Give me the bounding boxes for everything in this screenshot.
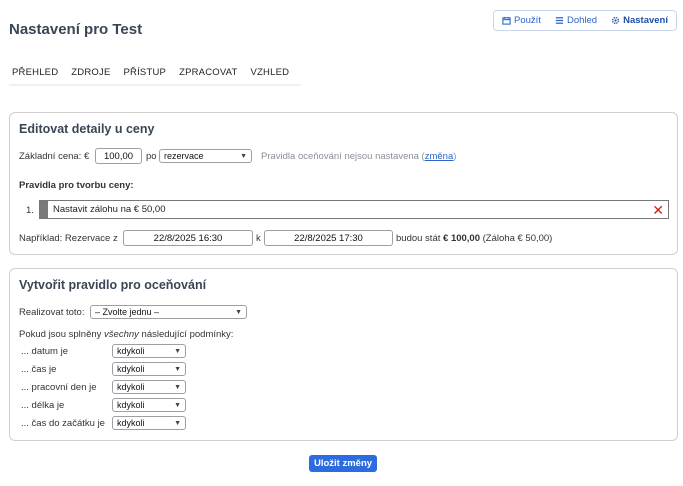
change-link[interactable]: změna: [425, 151, 454, 162]
per-label: po: [146, 151, 157, 162]
example-cost-value: € 100,00: [443, 233, 480, 244]
create-rule-title: Vytvořit pravidlo pro oceňování: [19, 278, 207, 292]
rule-item[interactable]: Nastavit zálohu na € 50,00 ✕: [39, 200, 669, 219]
condition-weekday-value: kdykoli: [117, 382, 145, 392]
condition-length-label: ... délka je: [21, 400, 65, 411]
condition-length-value: kdykoli: [117, 400, 145, 410]
chevron-down-icon: ▼: [174, 401, 181, 409]
tab-appearance[interactable]: VZHLED: [247, 67, 299, 78]
example-from-input[interactable]: 22/8/2025 16:30: [123, 230, 253, 246]
page-title: Nastavení pro Test: [9, 21, 143, 38]
example-to-label: k: [256, 233, 261, 244]
action-select[interactable]: – Zvolte jednu – ▼: [90, 305, 247, 319]
nav-use[interactable]: Použít: [502, 15, 541, 26]
rules-heading: Pravidla pro tvorbu ceny:: [19, 180, 134, 191]
condition-weekday-label: ... pracovní den je: [21, 382, 97, 393]
edit-price-title: Editovat detaily u ceny: [19, 122, 155, 136]
tab-access[interactable]: PŘÍSTUP: [119, 67, 175, 78]
condition-date-select[interactable]: kdykoli ▼: [112, 344, 186, 358]
condition-time-label: ... čas je: [21, 364, 57, 375]
chevron-down-icon: ▼: [174, 365, 181, 373]
per-unit-value: rezervace: [164, 151, 204, 161]
chevron-down-icon: ▼: [174, 419, 181, 427]
nav-use-label: Použít: [514, 15, 541, 26]
condition-lead-time-value: kdykoli: [117, 418, 145, 428]
tab-bar: PŘEHLED ZDROJE PŘÍSTUP ZPRACOVAT VZHLED: [9, 60, 301, 86]
list-icon: [555, 17, 564, 24]
conditions-suffix: následující podmínky:: [141, 329, 234, 340]
drag-handle[interactable]: [40, 201, 48, 218]
nav-settings-label: Nastavení: [623, 15, 668, 26]
action-value: – Zvolte jednu –: [95, 307, 160, 317]
per-unit-select[interactable]: rezervace ▼: [159, 149, 252, 163]
chevron-down-icon: ▼: [174, 347, 181, 355]
condition-lead-time-label: ... čas do začátku je: [21, 418, 105, 429]
nav-monitor-label: Dohled: [566, 15, 598, 26]
save-button[interactable]: Uložit změny: [309, 455, 377, 472]
tab-overview[interactable]: PŘEHLED: [9, 67, 67, 78]
calendar-icon: [502, 16, 511, 25]
delete-rule-icon[interactable]: ✕: [652, 203, 664, 217]
condition-date-label: ... datum je: [21, 346, 68, 357]
condition-time-value: kdykoli: [117, 364, 145, 374]
example-deposit: (Záloha € 50,00): [482, 233, 553, 244]
rule-number: 1.: [26, 205, 34, 216]
conditions-prefix: Pokud jsou splněny: [19, 329, 102, 340]
conditions-emph: všechny: [104, 329, 139, 340]
create-rule-panel: Vytvořit pravidlo pro oceňování Realizov…: [9, 268, 678, 441]
condition-date-value: kdykoli: [117, 346, 145, 356]
top-nav: Použít Dohled Nastavení: [493, 10, 677, 31]
example-label: Například: Rezervace z: [19, 233, 118, 244]
base-price-input[interactable]: 100,00: [95, 148, 142, 164]
example-to-input[interactable]: 22/8/2025 17:30: [264, 230, 393, 246]
chevron-down-icon: ▼: [235, 308, 242, 316]
conditions-intro: Pokud jsou splněny všechny následující p…: [19, 329, 233, 340]
no-rules-note: Pravidla oceňování nejsou nastavena (změ…: [261, 151, 456, 162]
no-rules-close: ): [453, 151, 457, 162]
tab-process[interactable]: ZPRACOVAT: [175, 67, 246, 78]
nav-monitor[interactable]: Dohled: [555, 15, 597, 26]
action-label: Realizovat toto:: [19, 307, 85, 318]
no-rules-text: Pravidla oceňování nejsou nastavena (: [261, 151, 425, 162]
condition-length-select[interactable]: kdykoli ▼: [112, 398, 186, 412]
edit-price-panel: Editovat detaily u ceny Základní cena: €…: [9, 112, 678, 255]
chevron-down-icon: ▼: [240, 152, 247, 160]
nav-settings[interactable]: Nastavení: [611, 15, 668, 26]
base-price-label: Základní cena: €: [19, 151, 90, 162]
rule-text: Nastavit zálohu na € 50,00: [53, 204, 166, 215]
chevron-down-icon: ▼: [174, 383, 181, 391]
example-cost-label: budou stát: [396, 233, 441, 244]
condition-weekday-select[interactable]: kdykoli ▼: [112, 380, 186, 394]
example-cost: budou stát € 100,00 (Záloha € 50,00): [396, 233, 552, 244]
condition-lead-time-select[interactable]: kdykoli ▼: [112, 416, 186, 430]
condition-time-select[interactable]: kdykoli ▼: [112, 362, 186, 376]
tab-resources[interactable]: ZDROJE: [67, 67, 119, 78]
gear-icon: [612, 16, 620, 25]
